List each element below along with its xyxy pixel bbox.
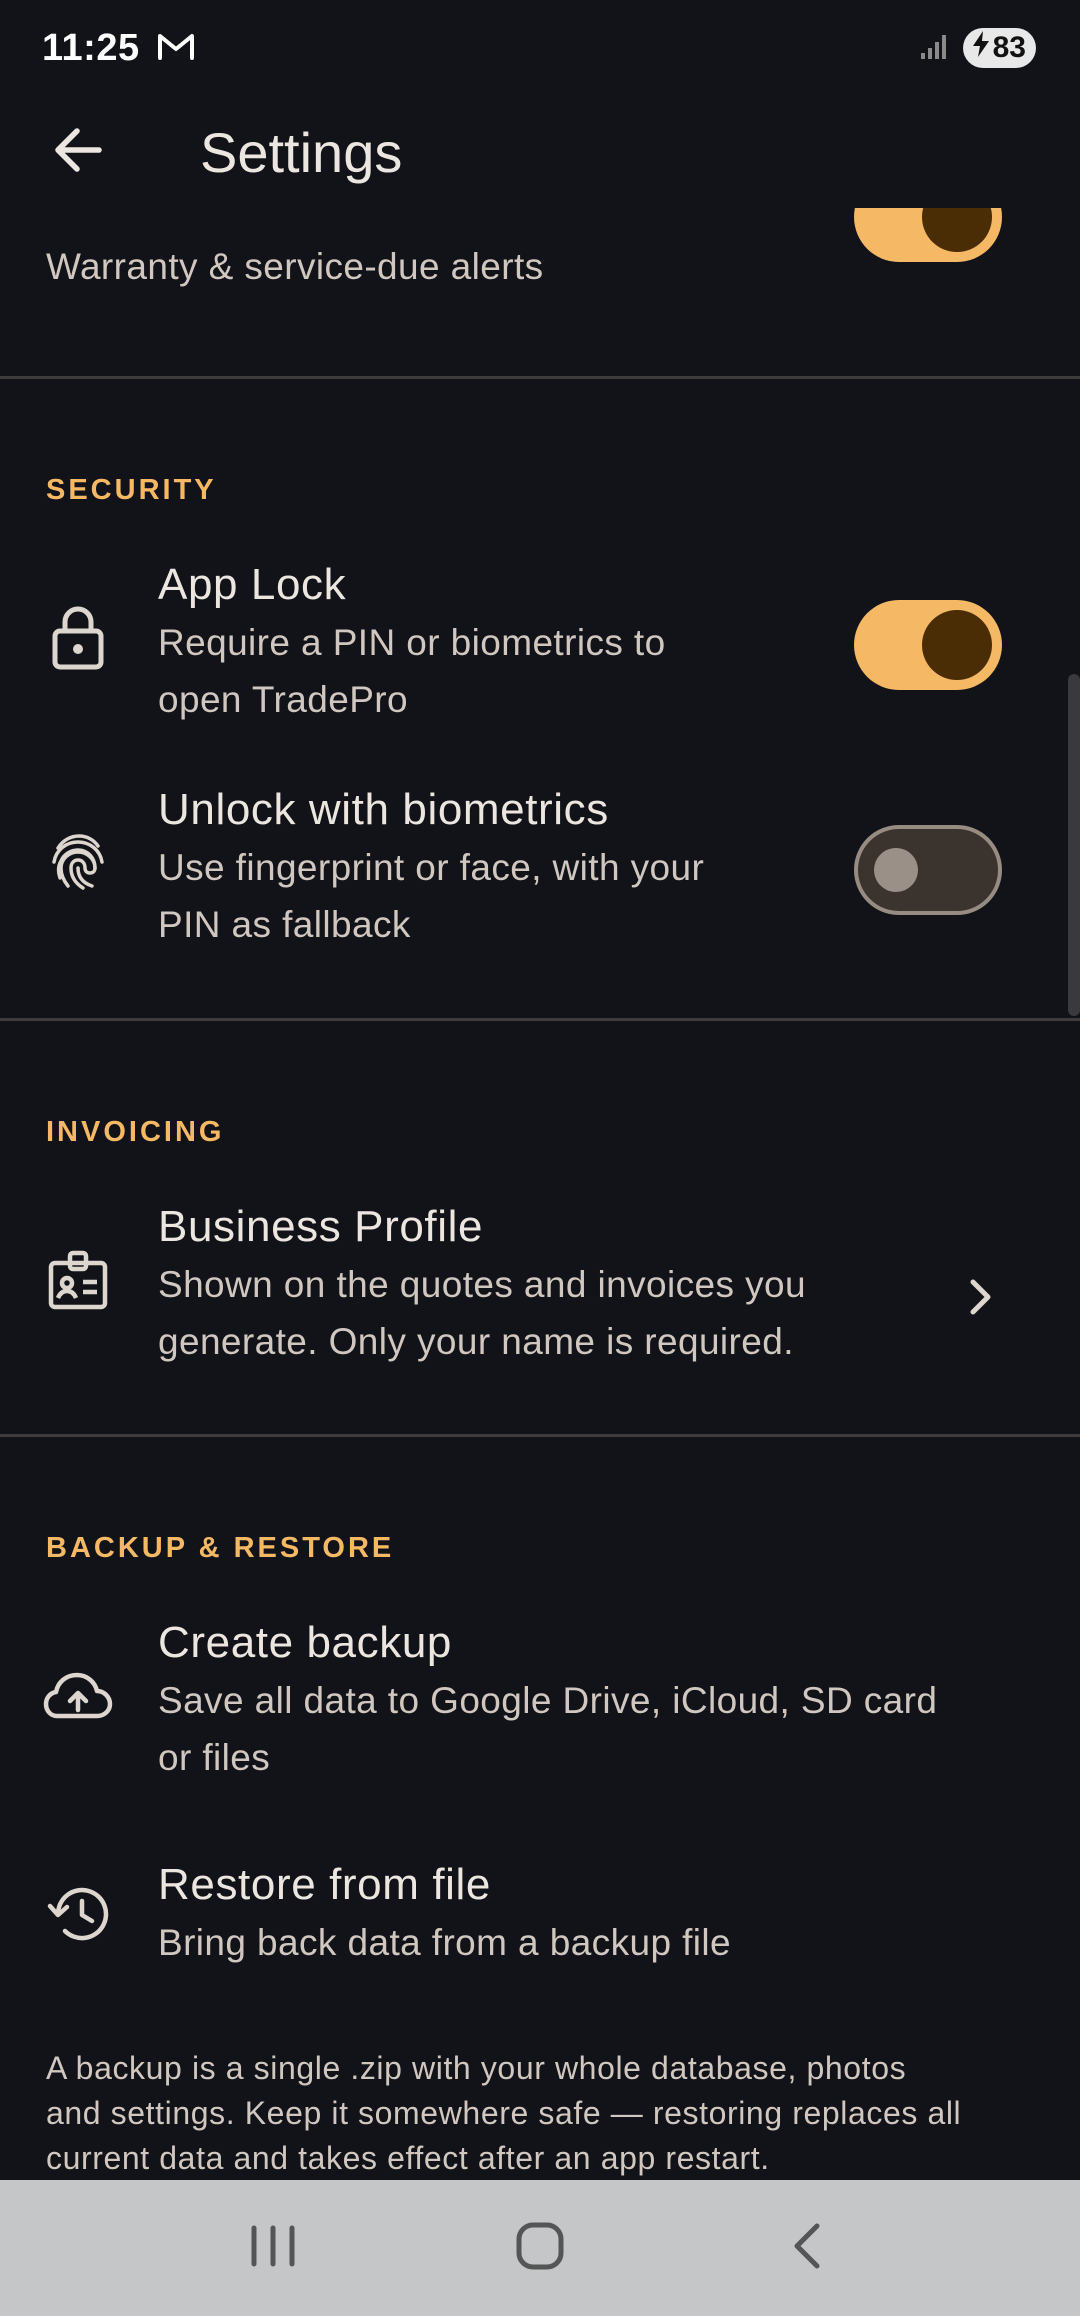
backup-note-line1: A backup is a single .zip with your whol… [46, 2050, 907, 2086]
biometrics-title: Unlock with biometrics [158, 785, 609, 834]
biometrics-subtitle-line2: PIN as fallback [158, 904, 411, 945]
warranty-alerts-toggle[interactable] [854, 208, 1002, 262]
app-lock-title: App Lock [158, 560, 347, 609]
status-bar: 11:25 83 [0, 0, 1080, 96]
fingerprint-icon [40, 825, 116, 901]
business-profile-subtitle-line1: Shown on the quotes and invoices you [158, 1264, 806, 1305]
restore-title: Restore from file [158, 1860, 491, 1909]
section-header-security: SECURITY [46, 474, 217, 506]
app-lock-subtitle-line1: Require a PIN or biometrics to [158, 622, 666, 663]
section-header-invoicing: INVOICING [46, 1116, 225, 1148]
biometrics-row[interactable]: Unlock with biometrics Use fingerprint o… [0, 773, 1080, 973]
toggle-knob [922, 208, 992, 252]
signal-icon [919, 31, 949, 66]
biometrics-subtitle-line1: Use fingerprint or face, with your [158, 847, 705, 888]
nav-back-button[interactable] [747, 2198, 867, 2298]
backup-note-line3: current data and takes effect after an a… [46, 2140, 770, 2176]
section-header-backup: BACKUP & RESTORE [46, 1532, 395, 1564]
settings-list[interactable]: Warranty & service-due alerts SECURITY A… [0, 208, 1080, 2180]
recents-icon [248, 2224, 298, 2273]
app-lock-subtitle-line2: open TradePro [158, 679, 408, 720]
create-backup-title: Create backup [158, 1618, 452, 1667]
warranty-alerts-row[interactable]: Warranty & service-due alerts [0, 208, 1080, 378]
divider [0, 1018, 1080, 1021]
restore-row[interactable]: Restore from file Bring back data from a… [0, 1846, 1080, 1996]
nav-back-icon [787, 2221, 827, 2276]
arrow-left-icon [53, 127, 103, 178]
toggle-knob [874, 848, 918, 892]
divider [0, 1434, 1080, 1437]
business-profile-subtitle-line2: generate. Only your name is required. [158, 1321, 794, 1362]
scrollbar[interactable] [1068, 674, 1080, 1016]
backup-note-line2: and settings. Keep it somewhere safe — r… [46, 2095, 962, 2131]
back-button[interactable] [38, 112, 118, 192]
home-icon [515, 2221, 565, 2276]
business-profile-title: Business Profile [158, 1202, 484, 1251]
badge-icon [40, 1242, 116, 1318]
biometrics-toggle[interactable] [854, 825, 1002, 915]
status-right: 83 [919, 28, 1036, 68]
history-icon [40, 1876, 116, 1952]
create-backup-subtitle-line2: or files [158, 1737, 271, 1778]
app-lock-row[interactable]: App Lock Require a PIN or biometrics to … [0, 548, 1080, 748]
chevron-right-icon [955, 1272, 1005, 1322]
battery-indicator: 83 [962, 28, 1036, 68]
status-left: 11:25 [42, 27, 196, 70]
charging-bolt-icon [971, 30, 991, 66]
lock-icon [40, 600, 116, 676]
create-backup-row[interactable]: Create backup Save all data to Google Dr… [0, 1606, 1080, 1806]
toggle-knob [922, 610, 992, 680]
app-bar: Settings [0, 96, 1080, 208]
gmail-icon [156, 30, 196, 67]
divider [0, 376, 1080, 379]
app-lock-toggle[interactable] [854, 600, 1002, 690]
recents-button[interactable] [213, 2198, 333, 2298]
page-title: Settings [200, 120, 403, 184]
system-nav-bar [0, 2180, 1080, 2316]
create-backup-subtitle-line1: Save all data to Google Drive, iCloud, S… [158, 1680, 938, 1721]
home-button[interactable] [480, 2198, 600, 2298]
warranty-alerts-subtitle: Warranty & service-due alerts [46, 246, 544, 287]
battery-level: 83 [992, 31, 1026, 64]
restore-subtitle: Bring back data from a backup file [158, 1922, 732, 1963]
cloud-upload-icon [40, 1658, 116, 1734]
status-time: 11:25 [42, 26, 140, 69]
business-profile-row[interactable]: Business Profile Shown on the quotes and… [0, 1190, 1080, 1390]
